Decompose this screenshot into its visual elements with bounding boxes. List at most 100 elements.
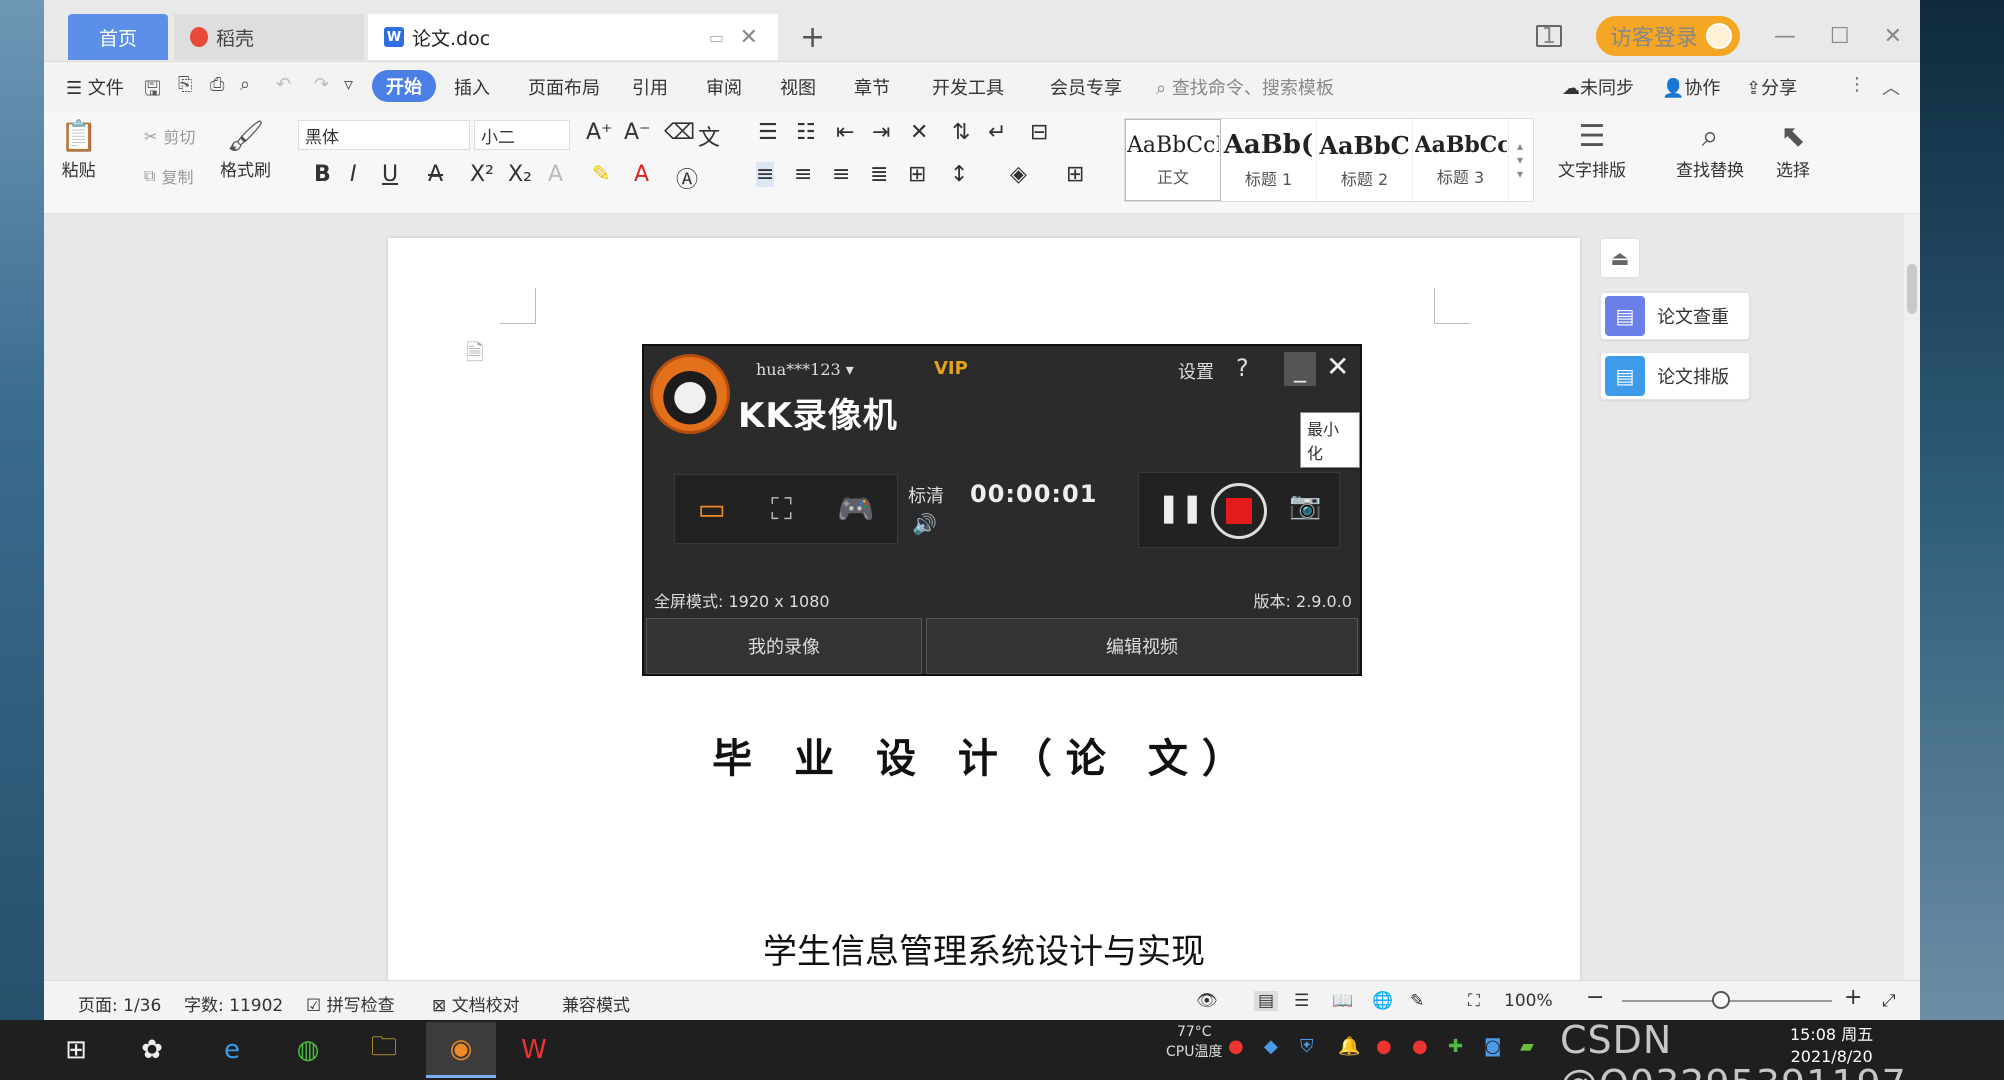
eye-protect-icon[interactable]: 👁	[1196, 991, 1218, 1011]
align-center-icon[interactable]: ≡	[794, 162, 812, 187]
align-right-icon[interactable]: ≡	[832, 162, 850, 187]
camera-icon[interactable]: 📷	[1289, 491, 1321, 521]
page-view-icon[interactable]: ▤	[1254, 991, 1279, 1011]
thesis-layout-button[interactable]: ▤ 论文排版	[1600, 352, 1750, 400]
chinese-layout-icon[interactable]: ✕	[910, 120, 928, 145]
window-layout-icon[interactable]: 1	[1535, 24, 1562, 49]
font-family-select[interactable]: 黑体	[298, 120, 470, 150]
game-mode-icon[interactable]: 🎮	[837, 492, 874, 527]
menu-insert[interactable]: 插入	[454, 74, 490, 100]
menu-chapter[interactable]: 章节	[854, 74, 890, 100]
pause-icon[interactable]: ❚❚	[1157, 491, 1204, 524]
scrollbar-thumb[interactable]	[1907, 264, 1917, 314]
command-search[interactable]: ⌕ 查找命令、搜索模板	[1156, 74, 1334, 100]
styles-scroll[interactable]: ▴ ▾ ▾	[1509, 119, 1531, 201]
tray-qq-icon[interactable]: ●	[1412, 1036, 1428, 1057]
vertical-scrollbar[interactable]	[1904, 214, 1920, 980]
paragraph-handle-icon[interactable]: 🗎	[466, 336, 484, 374]
close-window-icon[interactable]: ✕	[1884, 24, 1902, 49]
subscript-icon[interactable]: X₂	[508, 162, 532, 187]
borders-icon[interactable]: ⊞	[1066, 162, 1084, 187]
find-replace-button[interactable]: ⌕ 查找替换	[1676, 118, 1744, 181]
quality-selector[interactable]: 标清	[908, 482, 944, 508]
tray-qq-icon[interactable]: ●	[1376, 1036, 1392, 1057]
recorder-user[interactable]: hua***123 ▾	[756, 360, 854, 379]
windows-start-icon[interactable]: ⊞	[56, 1030, 96, 1070]
style-normal[interactable]: AaBbCcI 正文	[1125, 119, 1221, 201]
tray-shield-icon[interactable]: ⛨	[1300, 1036, 1314, 1057]
cut-button[interactable]: ✂ 剪切	[144, 124, 195, 148]
tray-app-icon[interactable]: ✚	[1448, 1036, 1463, 1057]
decrease-indent-icon[interactable]: ⇤	[836, 120, 854, 145]
highlight-icon[interactable]: ✎	[592, 162, 610, 187]
minimize-icon[interactable]: —	[1774, 24, 1796, 49]
increase-indent-icon[interactable]: ⇥	[872, 120, 890, 145]
edit-video-button[interactable]: 编辑视频	[926, 618, 1358, 674]
recorder-close-icon[interactable]: ✕	[1326, 350, 1349, 383]
save-icon[interactable]: 🖫	[144, 74, 161, 108]
region-mode-icon[interactable]: ⛶	[771, 492, 792, 527]
numbered-list-icon[interactable]: ☷	[796, 120, 816, 145]
write-mode-icon[interactable]: ✎	[1410, 991, 1424, 1011]
sync-status[interactable]: ☁未同步	[1562, 74, 1634, 100]
kk-recorder-taskbar-icon[interactable]: ◉	[426, 1022, 496, 1078]
print-icon[interactable]: ⎙	[210, 74, 224, 95]
text-effect-icon[interactable]: A	[548, 162, 563, 187]
volume-icon[interactable]: 🔊	[912, 512, 937, 536]
font-size-select[interactable]: 小二	[474, 120, 570, 150]
menu-dev-tools[interactable]: 开发工具	[932, 74, 1004, 100]
superscript-icon[interactable]: X²	[470, 162, 494, 187]
menu-review[interactable]: 审阅	[706, 74, 742, 100]
app-swirl-icon[interactable]: ✿	[132, 1030, 172, 1070]
maximize-icon[interactable]: ☐	[1830, 24, 1850, 49]
stop-record-button[interactable]	[1211, 483, 1267, 539]
browser-360-icon[interactable]: ◍	[288, 1030, 328, 1070]
style-heading-2[interactable]: AaBbC 标题 2	[1317, 119, 1413, 201]
menu-member[interactable]: 会员专享	[1050, 74, 1122, 100]
undo-icon[interactable]: ↶	[276, 74, 291, 95]
menu-page-layout[interactable]: 页面布局	[528, 74, 600, 100]
sort-icon[interactable]: ⇅	[952, 120, 970, 145]
menu-reference[interactable]: 引用	[632, 74, 668, 100]
copy-button[interactable]: ⧉ 复制	[144, 164, 193, 188]
spell-check[interactable]: ☑ 拼写检查	[306, 991, 395, 1016]
tray-app-icon[interactable]: ●	[1228, 1036, 1244, 1057]
word-count[interactable]: 字数: 11902	[184, 991, 283, 1016]
justify-icon[interactable]: ≣	[870, 162, 888, 187]
italic-icon[interactable]: I	[350, 162, 357, 187]
phonetic-icon[interactable]: 文	[698, 120, 720, 152]
zoom-in-icon[interactable]: +	[1844, 985, 1862, 1010]
underline-icon[interactable]: U	[382, 162, 398, 187]
shading-icon[interactable]: ◈	[1010, 162, 1027, 187]
paste-button[interactable]: 📋 粘贴	[60, 118, 97, 181]
collapse-ribbon-icon[interactable]: ︿	[1882, 74, 1900, 100]
recorder-settings[interactable]: 设置	[1178, 358, 1214, 384]
vip-badge[interactable]: VIP	[934, 358, 968, 379]
recorder-minimize-icon[interactable]: _	[1284, 352, 1316, 386]
print-preview-icon[interactable]: ⌕	[240, 74, 250, 95]
strikethrough-icon[interactable]: A	[428, 162, 443, 187]
export-icon[interactable]: ⎘	[178, 74, 192, 95]
tray-nvidia-icon[interactable]: ▰	[1520, 1036, 1534, 1057]
select-button[interactable]: ⬉ 选择	[1776, 118, 1810, 181]
redo-icon[interactable]: ↷	[314, 74, 329, 95]
distribute-icon[interactable]: ⊞	[908, 162, 926, 187]
tray-app-icon[interactable]: ◙	[1484, 1036, 1501, 1057]
style-heading-1[interactable]: AaBb( 标题 1	[1221, 119, 1317, 201]
collab-button[interactable]: 👤协作	[1662, 74, 1720, 100]
fullscreen-icon[interactable]: ⤢	[1882, 991, 1896, 1011]
more-icon[interactable]: ▿	[344, 74, 353, 95]
tray-bell-icon[interactable]: 🔔	[1338, 1036, 1360, 1057]
menu-start[interactable]: 开始	[372, 70, 436, 102]
menu-view[interactable]: 视图	[780, 74, 816, 100]
close-tab-icon[interactable]: ✕	[740, 25, 758, 50]
thesis-check-button[interactable]: ▤ 论文查重	[1600, 292, 1750, 340]
taskbar-clock[interactable]: 15:08 周五 2021/8/20	[1790, 1024, 1873, 1068]
zoom-out-icon[interactable]: −	[1586, 985, 1604, 1010]
zoom-slider-knob[interactable]	[1712, 991, 1730, 1009]
new-tab-button[interactable]: +	[800, 20, 825, 55]
wps-taskbar-icon[interactable]: W	[514, 1030, 554, 1070]
tab-document[interactable]: W 论文.doc ▭ ✕	[368, 14, 778, 60]
tab-stops-icon[interactable]: ⊟	[1030, 120, 1048, 145]
more-menu-icon[interactable]: ⋮	[1848, 74, 1866, 95]
